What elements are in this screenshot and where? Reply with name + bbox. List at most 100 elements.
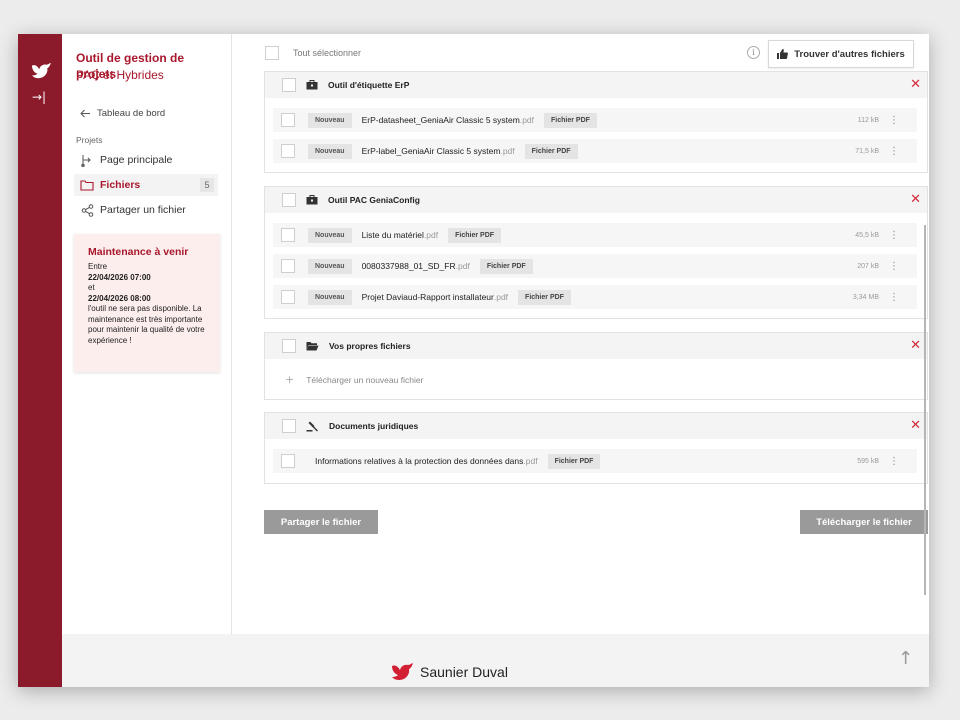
share-icon <box>80 203 94 217</box>
back-link-label: Tableau de bord <box>97 108 166 119</box>
kebab-menu-icon[interactable]: ⋮ <box>889 146 899 157</box>
toolbox-icon <box>306 195 318 205</box>
share-file-button[interactable]: Partager le fichier <box>264 510 378 534</box>
new-badge: Nouveau <box>308 227 352 243</box>
new-badge: Nouveau <box>308 112 352 128</box>
kebab-menu-icon[interactable]: ⋮ <box>889 292 899 303</box>
sidebar: Outil de gestion de projets PAC et Hybri… <box>62 34 232 634</box>
file-type-badge: Fichier PDF <box>544 112 597 128</box>
file-size: 71,5 kB <box>855 147 879 155</box>
file-type-badge: Fichier PDF <box>524 143 578 159</box>
file-group-legal: Documents juridiques ✕ Informations rela… <box>264 412 928 484</box>
file-size: 112 kB <box>857 116 879 124</box>
file-group-geniaconfig: Outil PAC GeniaConfig ✕ Nouveau Liste du… <box>264 186 928 319</box>
file-checkbox[interactable] <box>281 290 295 304</box>
maintenance-title: Maintenance à venir <box>88 246 189 258</box>
file-type-badge: Fichier PDF <box>448 227 502 243</box>
thumbs-up-icon <box>777 49 789 59</box>
sidebar-item-main-page[interactable]: Page principale <box>74 149 218 171</box>
group-header: Outil d'étiquette ErP ✕ <box>265 72 927 98</box>
close-icon[interactable]: ✕ <box>910 77 921 92</box>
footer-brand[interactable]: Saunier Duval <box>390 662 508 682</box>
file-row[interactable]: Informations relatives à la protection d… <box>273 449 917 473</box>
kebab-menu-icon[interactable]: ⋮ <box>889 230 899 241</box>
group-title: Outil PAC GeniaConfig <box>328 195 420 205</box>
group-checkbox[interactable] <box>282 339 296 353</box>
sidebar-item-share[interactable]: Partager un fichier <box>74 199 218 221</box>
new-badge: Nouveau <box>308 143 352 159</box>
file-name[interactable]: Projet Daviaud-Rapport installateur <box>362 292 494 302</box>
file-extension: .pdf <box>455 261 470 271</box>
file-extension: .pdf <box>500 146 515 156</box>
file-size: 3,34 MB <box>852 293 879 301</box>
file-extension: .pdf <box>423 230 439 240</box>
find-more-files-button[interactable]: Trouver d'autres fichiers <box>768 40 914 68</box>
sidebar-item-label: Page principale <box>100 154 173 166</box>
close-icon[interactable]: ✕ <box>910 338 921 353</box>
group-checkbox[interactable] <box>282 193 296 207</box>
upload-label: Télécharger un nouveau fichier <box>306 374 424 385</box>
new-badge: Nouveau <box>308 289 352 305</box>
download-file-button[interactable]: Télécharger le fichier <box>800 510 928 534</box>
back-to-dashboard-link[interactable]: Tableau de bord <box>80 108 165 119</box>
file-name[interactable]: ErP-datasheet_GeniaAir Classic 5 system <box>362 115 520 125</box>
file-size: 207 kB <box>857 262 879 270</box>
group-header: Vos propres fichiers ✕ <box>265 333 927 359</box>
scrollbar[interactable] <box>924 225 926 595</box>
collapse-sidebar-icon[interactable]: →| <box>32 90 46 104</box>
close-icon[interactable]: ✕ <box>910 192 921 207</box>
file-checkbox[interactable] <box>281 228 295 242</box>
file-type-badge: Fichier PDF <box>547 453 601 469</box>
file-name[interactable]: Liste du matériel <box>362 230 424 240</box>
close-icon[interactable]: ✕ <box>910 418 921 433</box>
kebab-menu-icon[interactable]: ⋮ <box>889 456 899 467</box>
file-type-badge: Fichier PDF <box>518 289 571 305</box>
find-more-files-label: Trouver d'autres fichiers <box>794 48 905 60</box>
sidebar-item-label: Partager un fichier <box>100 204 186 216</box>
file-size: 45,5 kB <box>855 231 879 239</box>
file-group-own-files: Vos propres fichiers ✕ + Télécharger un … <box>264 332 928 400</box>
flow-icon <box>80 153 94 167</box>
maintenance-message: l'outil ne sera pas disponible. La maint… <box>88 304 205 345</box>
group-header: Outil PAC GeniaConfig ✕ <box>265 187 927 213</box>
group-checkbox[interactable] <box>282 419 296 433</box>
arrow-left-icon <box>80 109 90 118</box>
file-name[interactable]: 0080337988_01_SD_FR <box>362 261 456 271</box>
kebab-menu-icon[interactable]: ⋮ <box>889 115 899 126</box>
kebab-menu-icon[interactable]: ⋮ <box>889 261 899 272</box>
file-checkbox[interactable] <box>281 259 295 273</box>
folder-open-icon <box>306 342 319 351</box>
file-checkbox[interactable] <box>281 454 295 468</box>
maintenance-text: et <box>88 283 95 292</box>
info-icon[interactable]: i <box>747 46 760 59</box>
file-row[interactable]: Nouveau Projet Daviaud-Rapport installat… <box>273 285 917 309</box>
maintenance-notice: Maintenance à venir Entre 22/04/2026 07:… <box>74 234 220 372</box>
folder-icon <box>80 178 94 192</box>
bird-logo-icon[interactable] <box>30 62 52 80</box>
main-content: Tout sélectionner i Trouver d'autres fic… <box>233 34 929 634</box>
file-row[interactable]: Nouveau 0080337988_01_SD_FR .pdf Fichier … <box>273 254 917 278</box>
file-group-erp: Outil d'étiquette ErP ✕ Nouveau ErP-data… <box>264 71 928 173</box>
plus-icon: + <box>285 373 295 386</box>
maintenance-start: 22/04/2026 07:00 <box>88 272 151 282</box>
maintenance-text: Entre <box>88 262 108 271</box>
arrow-up-icon[interactable]: ↑ <box>898 648 913 669</box>
brand-rail: →| <box>18 34 62 687</box>
file-checkbox[interactable] <box>281 144 295 158</box>
group-checkbox[interactable] <box>282 78 296 92</box>
file-checkbox[interactable] <box>281 113 295 127</box>
file-row[interactable]: Nouveau ErP-datasheet_GeniaAir Classic 5… <box>273 108 917 132</box>
file-row[interactable]: Nouveau Liste du matériel .pdf Fichier PD… <box>273 223 917 247</box>
gavel-icon <box>306 421 318 431</box>
upload-new-file-link[interactable]: + Télécharger un nouveau fichier <box>285 373 423 386</box>
app-window: →| Outil de gestion de projets PAC et Hy… <box>18 34 929 687</box>
sidebar-item-files[interactable]: Fichiers 5 <box>74 174 218 196</box>
file-row[interactable]: Nouveau ErP-label_GeniaAir Classic 5 sys… <box>273 139 917 163</box>
maintenance-end: 22/04/2026 08:00 <box>88 293 151 303</box>
new-badge: Nouveau <box>308 258 352 274</box>
file-name[interactable]: ErP-label_GeniaAir Classic 5 system <box>362 146 501 156</box>
brand-name: Saunier Duval <box>420 664 508 680</box>
select-all-checkbox[interactable] <box>265 46 279 60</box>
group-header: Documents juridiques ✕ <box>265 413 927 439</box>
file-name[interactable]: Informations relatives à la protection d… <box>315 456 523 466</box>
